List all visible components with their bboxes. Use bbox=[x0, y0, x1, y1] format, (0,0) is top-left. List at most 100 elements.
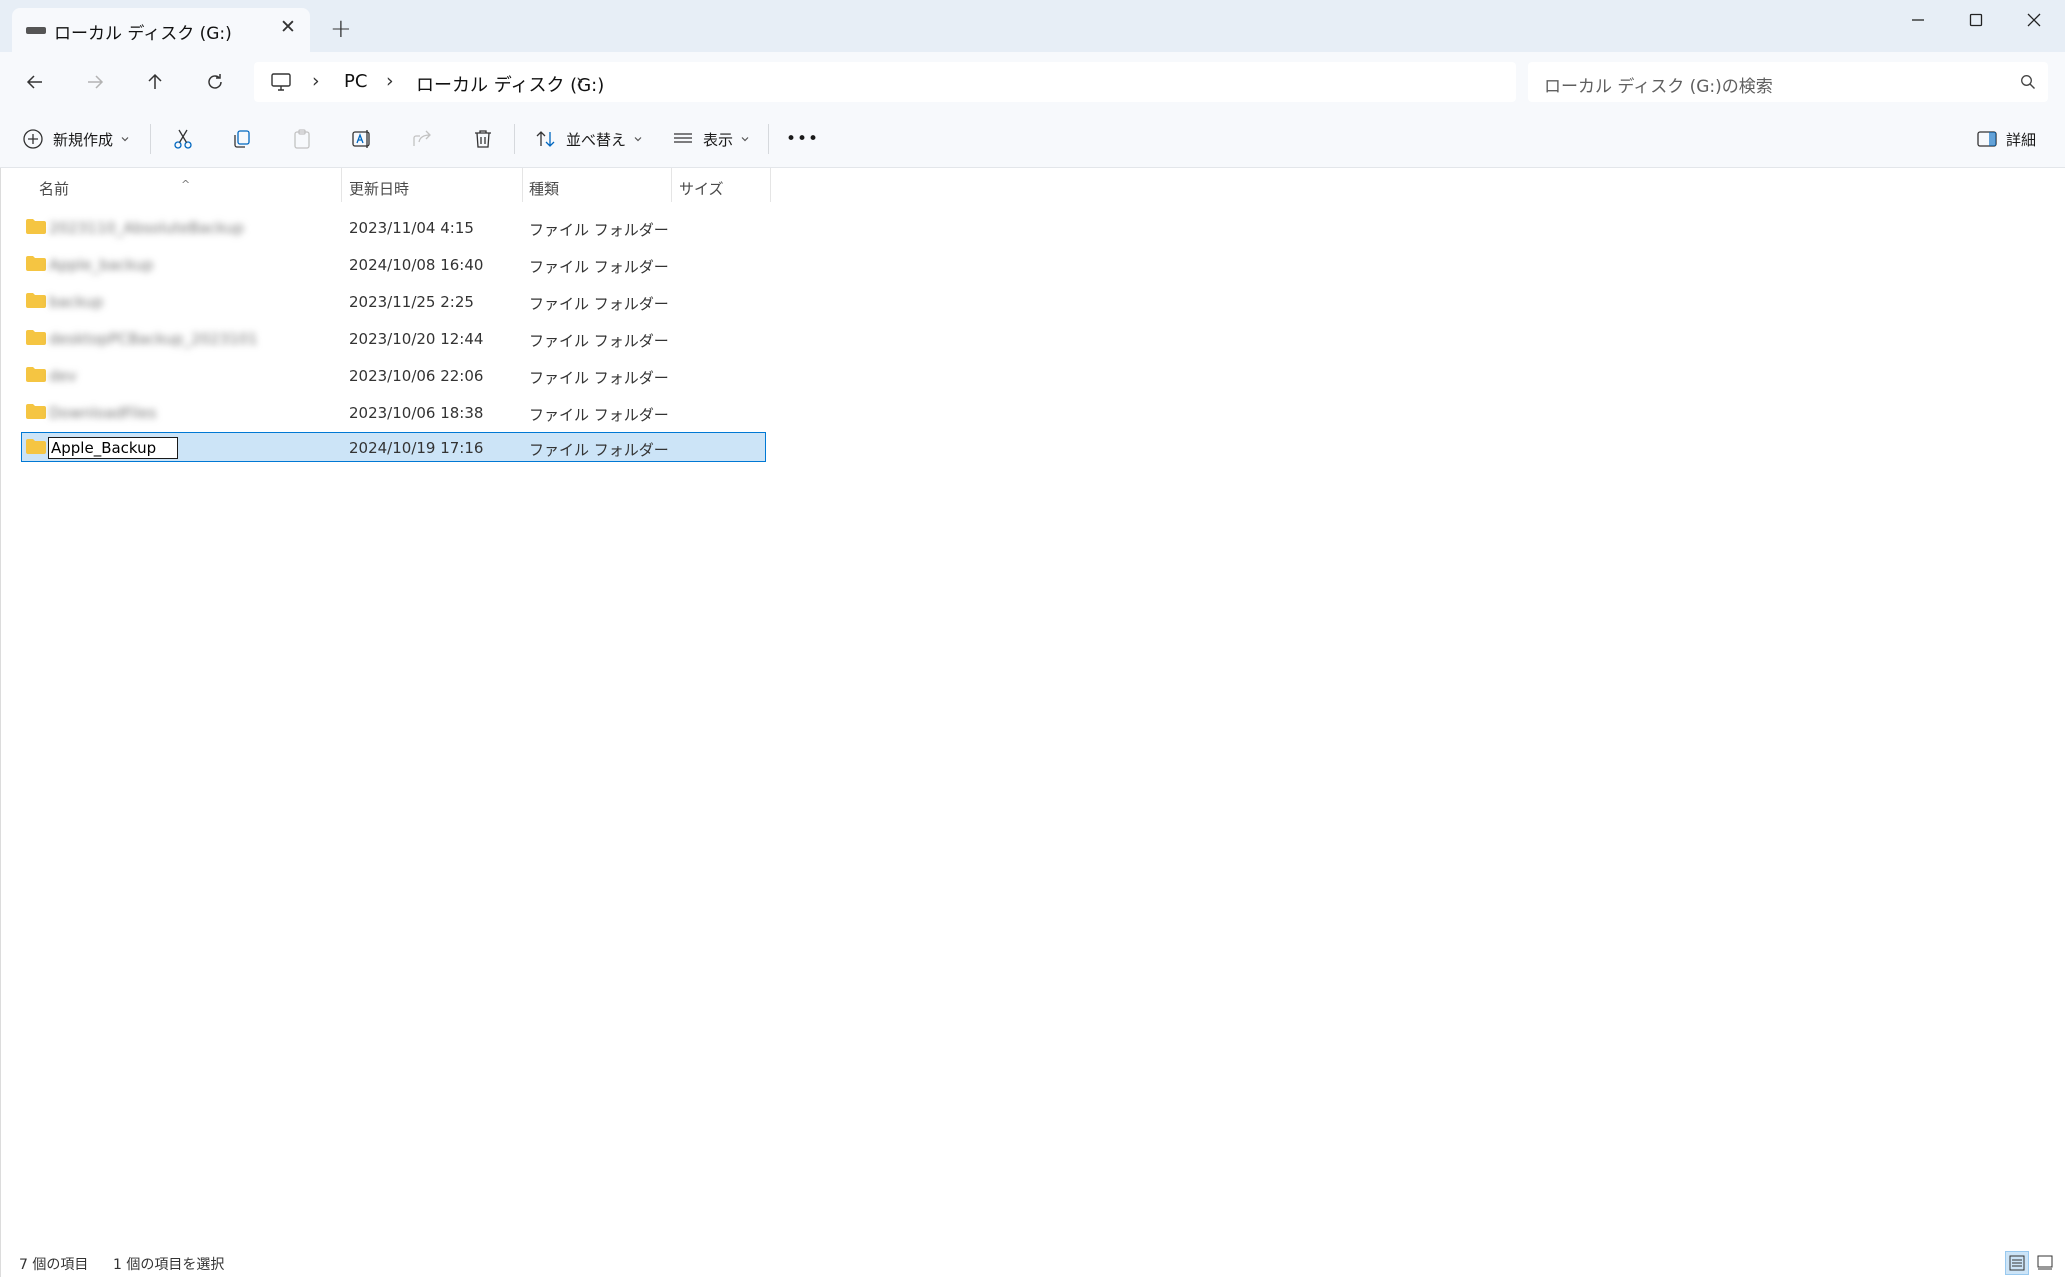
details-pane-button[interactable]: 詳細 bbox=[1976, 123, 2036, 155]
view-button-label: 表示 bbox=[703, 130, 734, 149]
monitor-icon bbox=[270, 72, 292, 96]
more-options-button[interactable]: ••• bbox=[786, 123, 819, 155]
rename-input[interactable] bbox=[48, 437, 178, 459]
sort-ascending-icon: ^ bbox=[181, 178, 191, 191]
table-row[interactable]: dev 2023/10/06 22:06 ファイル フォルダー bbox=[21, 360, 766, 390]
file-modified: 2023/11/04 4:15 bbox=[349, 219, 474, 237]
title-bar: ローカル ディスク (G:) ✕ + bbox=[0, 0, 2065, 52]
file-modified: 2023/10/06 18:38 bbox=[349, 404, 484, 422]
file-type: ファイル フォルダー bbox=[529, 406, 669, 424]
file-type: ファイル フォルダー bbox=[529, 441, 669, 459]
new-button[interactable]: 新規作成 bbox=[22, 123, 130, 155]
arrow-left-icon bbox=[26, 75, 42, 89]
file-type: ファイル フォルダー bbox=[529, 332, 669, 350]
paste-button[interactable] bbox=[291, 123, 313, 155]
back-button[interactable] bbox=[15, 62, 55, 102]
minimize-icon bbox=[1912, 19, 1924, 21]
table-row[interactable]: desktopPCBackup_2023101 2023/10/20 12:44… bbox=[21, 323, 766, 353]
minimize-button[interactable] bbox=[1888, 0, 1948, 40]
scissors-icon bbox=[174, 129, 192, 149]
new-tab-button[interactable]: + bbox=[330, 14, 352, 44]
file-modified: 2023/10/06 22:06 bbox=[349, 367, 484, 385]
file-type: ファイル フォルダー bbox=[529, 369, 669, 387]
file-name: dev bbox=[49, 367, 77, 385]
file-type: ファイル フォルダー bbox=[529, 295, 669, 313]
tab-close-button[interactable]: ✕ bbox=[280, 16, 296, 38]
copy-icon bbox=[234, 130, 250, 148]
column-modified[interactable]: 更新日時 bbox=[349, 178, 409, 199]
cut-button[interactable] bbox=[172, 123, 194, 155]
arrow-right-icon bbox=[88, 75, 104, 89]
tab-local-disk[interactable]: ローカル ディスク (G:) ✕ bbox=[12, 8, 310, 52]
trash-icon bbox=[475, 130, 491, 148]
table-row[interactable]: Apple_backup 2024/10/08 16:40 ファイル フォルダー bbox=[21, 249, 766, 279]
table-row[interactable]: backup 2023/11/25 2:25 ファイル フォルダー bbox=[21, 286, 766, 316]
copy-button[interactable] bbox=[231, 123, 253, 155]
file-modified: 2024/10/08 16:40 bbox=[349, 256, 484, 274]
chevron-right-icon[interactable]: › bbox=[576, 70, 584, 92]
rename-button[interactable] bbox=[351, 123, 373, 155]
folder-icon bbox=[26, 367, 46, 382]
table-row[interactable]: 2023110_AbsoluteBackup 2023/11/04 4:15 フ… bbox=[21, 212, 766, 242]
rename-icon bbox=[352, 130, 370, 148]
details-pane-icon bbox=[1977, 131, 1997, 147]
drive-icon bbox=[26, 27, 46, 34]
navigation-bar: › PC › ローカル ディスク (G:) › ローカル ディスク (G:)の検… bbox=[0, 52, 2065, 110]
chevron-down-icon bbox=[741, 137, 749, 142]
details-view-button[interactable] bbox=[2005, 1251, 2029, 1275]
forward-button[interactable] bbox=[75, 62, 115, 102]
details-pane-label: 詳細 bbox=[2006, 130, 2037, 149]
search-icon bbox=[2020, 74, 2036, 94]
file-list: ^ 名前 更新日時 種類 サイズ 2023110_AbsoluteBackup … bbox=[0, 168, 2065, 1250]
share-icon bbox=[413, 130, 431, 146]
column-type[interactable]: 種類 bbox=[529, 178, 559, 199]
table-row-selected[interactable]: 2024/10/19 17:16 ファイル フォルダー bbox=[21, 432, 766, 462]
folder-icon bbox=[26, 330, 46, 345]
toolbar-divider bbox=[514, 124, 515, 154]
up-button[interactable] bbox=[135, 62, 175, 102]
close-icon bbox=[2027, 13, 2041, 27]
command-bar: 新規作成 並べ替え 表示 ••• 詳細 bbox=[0, 110, 2065, 168]
item-count: 7 個の項目 bbox=[19, 1257, 89, 1273]
close-window-button[interactable] bbox=[2004, 0, 2064, 40]
refresh-button[interactable] bbox=[195, 62, 235, 102]
delete-button[interactable] bbox=[472, 123, 494, 155]
breadcrumb-pc[interactable]: PC bbox=[344, 71, 367, 92]
column-divider[interactable] bbox=[341, 168, 342, 202]
list-lines-icon bbox=[674, 133, 692, 143]
column-headers: ^ 名前 更新日時 種類 サイズ bbox=[1, 168, 771, 202]
search-placeholder: ローカル ディスク (G:)の検索 bbox=[1544, 77, 1773, 97]
column-size[interactable]: サイズ bbox=[679, 178, 724, 199]
details-view-icon bbox=[2009, 1255, 2025, 1271]
large-icons-view-button[interactable] bbox=[2033, 1251, 2057, 1275]
folder-icon bbox=[26, 439, 46, 454]
sort-button[interactable]: 並べ替え bbox=[535, 123, 643, 155]
folder-icon bbox=[26, 219, 46, 234]
chevron-right-icon[interactable]: › bbox=[312, 70, 320, 92]
refresh-icon bbox=[208, 74, 222, 89]
maximize-button[interactable] bbox=[1946, 0, 2006, 40]
chevron-down-icon bbox=[634, 137, 642, 142]
tab-title: ローカル ディスク (G:) bbox=[54, 24, 232, 44]
share-button[interactable] bbox=[411, 123, 433, 155]
file-name: 2023110_AbsoluteBackup bbox=[49, 219, 244, 237]
clipboard-icon bbox=[294, 129, 310, 149]
column-divider[interactable] bbox=[770, 168, 771, 202]
toolbar-divider bbox=[150, 124, 151, 154]
file-name: backup bbox=[49, 293, 104, 311]
folder-icon bbox=[26, 256, 46, 271]
file-type: ファイル フォルダー bbox=[529, 221, 669, 239]
toolbar-divider bbox=[768, 124, 769, 154]
column-divider[interactable] bbox=[671, 168, 672, 202]
search-box[interactable]: ローカル ディスク (G:)の検索 bbox=[1528, 62, 2048, 102]
address-bar[interactable]: › PC › ローカル ディスク (G:) › bbox=[254, 62, 1516, 102]
sort-icon bbox=[536, 131, 555, 147]
view-button[interactable]: 表示 bbox=[672, 123, 750, 155]
file-name: Apple_backup bbox=[49, 256, 154, 274]
table-row[interactable]: DownloadFiles 2023/10/06 18:38 ファイル フォルダ… bbox=[21, 397, 766, 427]
file-name: desktopPCBackup_2023101 bbox=[49, 330, 258, 348]
chevron-right-icon[interactable]: › bbox=[386, 70, 394, 92]
file-modified: 2023/10/20 12:44 bbox=[349, 330, 484, 348]
column-name[interactable]: 名前 bbox=[39, 178, 69, 199]
column-divider[interactable] bbox=[522, 168, 523, 202]
